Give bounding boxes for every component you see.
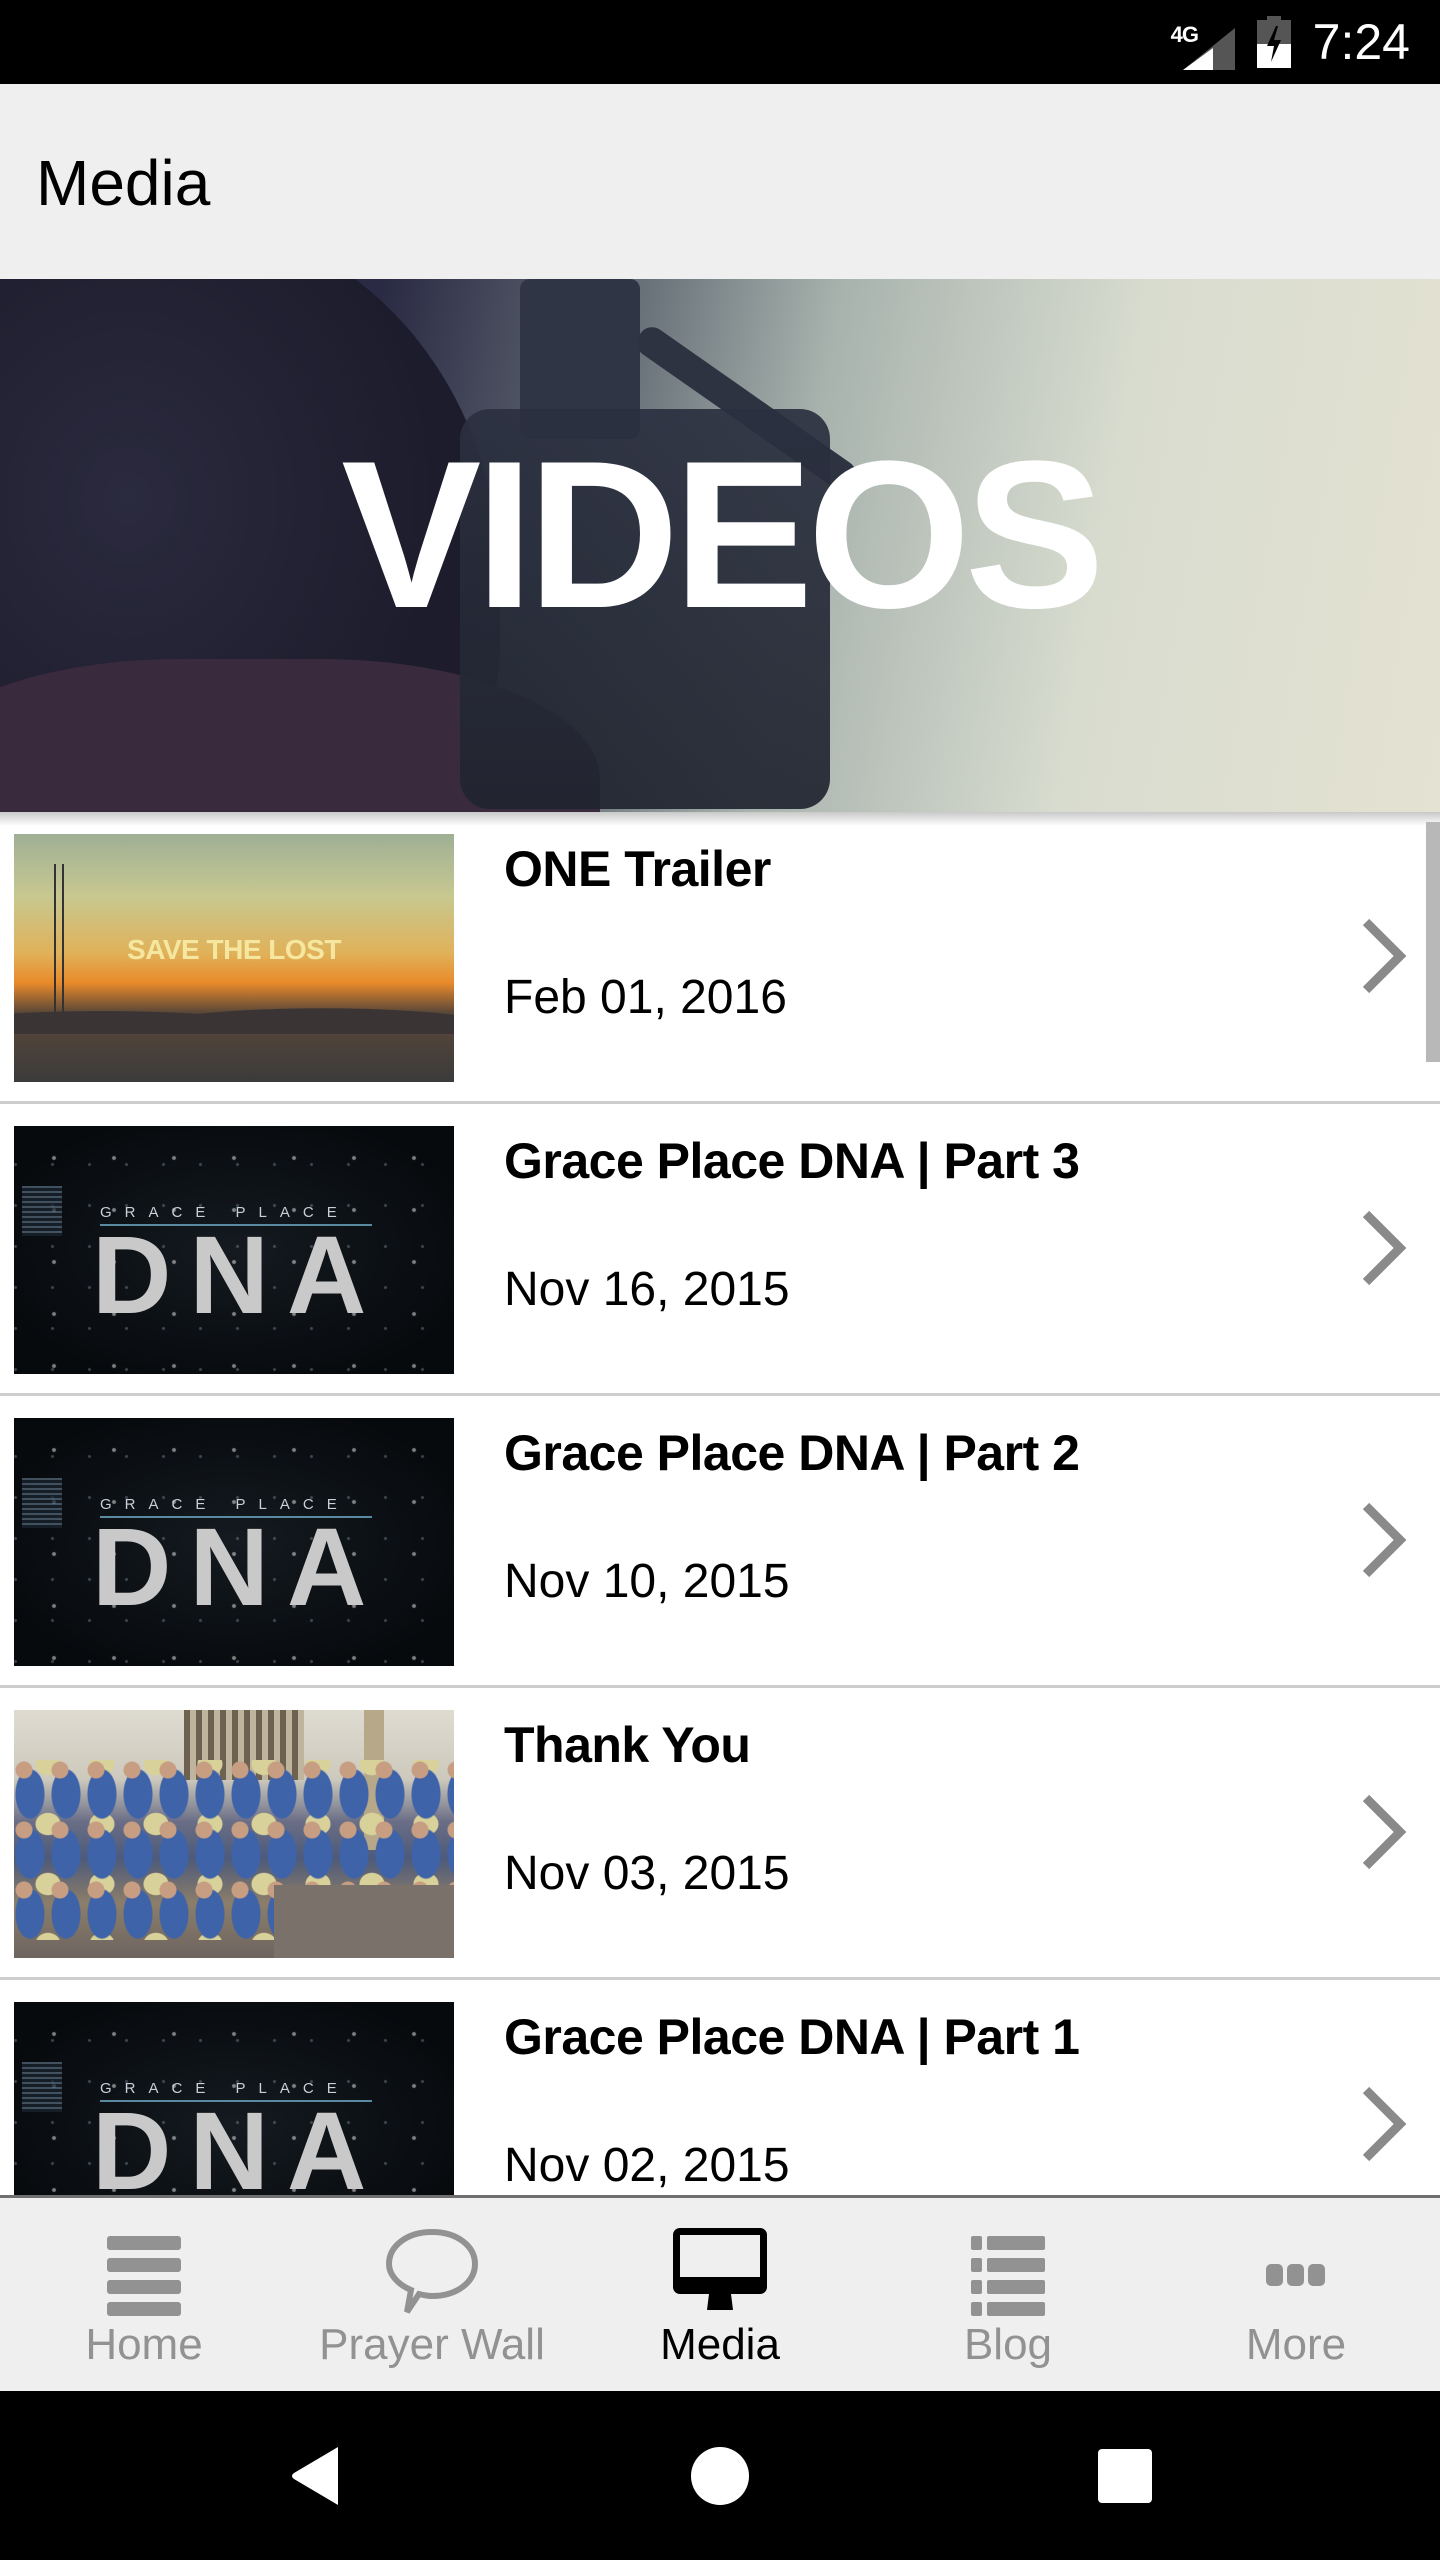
video-date: Feb 01, 2016 [504, 971, 787, 1024]
thumbnail-caption: DNA [92, 2090, 385, 2195]
chevron-right-icon [1362, 918, 1406, 994]
tab-more[interactable]: More [1152, 2198, 1440, 2394]
video-list-item[interactable]: GRACE PLACE DNA Grace Place DNA | Part 2… [0, 1396, 1440, 1688]
home-circle-icon[interactable] [680, 2441, 760, 2511]
thumbnail-caption: DNA [92, 1214, 385, 1337]
tab-label: Media [660, 2320, 780, 2369]
video-date: Nov 03, 2015 [504, 1847, 790, 1900]
thumbnail-glitch-bar [22, 1478, 62, 1528]
thumbnail-glitch-bar [22, 1186, 62, 1236]
chevron-right-icon [1362, 1502, 1406, 1578]
chevron-right-icon [1362, 2086, 1406, 2162]
chevron-right-icon [1362, 1210, 1406, 1286]
network-indicator: 4G [1171, 14, 1235, 70]
videos-banner: VIDEOS [0, 279, 1440, 812]
banner-title: VIDEOS [341, 417, 1105, 652]
monitor-icon [673, 2228, 767, 2310]
status-icons: 4G 7:24 [1171, 0, 1410, 84]
tab-label: Prayer Wall [319, 2320, 545, 2369]
list-top-shadow [0, 812, 1440, 826]
video-thumbnail: GRACE PLACE DNA [14, 1418, 454, 1666]
video-title: ONE Trailer [504, 841, 771, 897]
video-date: Nov 10, 2015 [504, 1555, 790, 1608]
speech-bubble-icon [385, 2228, 479, 2314]
video-title: Grace Place DNA | Part 1 [504, 2009, 1080, 2065]
thumbnail-treeline [14, 994, 454, 1034]
video-thumbnail [14, 1710, 454, 1958]
tab-media[interactable]: Media [576, 2198, 864, 2394]
status-bar: 4G 7:24 [0, 0, 1440, 84]
video-date: Nov 02, 2015 [504, 2139, 790, 2192]
video-list-item[interactable]: GRACE PLACE DNA Grace Place DNA | Part 1… [0, 1980, 1440, 2195]
menu-lines-icon [107, 2236, 181, 2316]
video-list-item[interactable]: SAVE THE LOST ONE Trailer Feb 01, 2016 [0, 812, 1440, 1104]
thumbnail-caption: SAVE THE LOST [127, 934, 341, 965]
tab-prayer-wall[interactable]: Prayer Wall [288, 2198, 576, 2394]
thumbnail-floor [274, 1885, 454, 1958]
tab-label: Home [85, 2320, 203, 2369]
video-list-item[interactable]: Thank You Nov 03, 2015 [0, 1688, 1440, 1980]
list-icon [971, 2236, 1045, 2316]
video-thumbnail: SAVE THE LOST [14, 834, 454, 1082]
thumbnail-glitch-bar [22, 2062, 62, 2112]
back-icon[interactable] [276, 2441, 356, 2511]
thumbnail-caption: DNA [92, 1506, 385, 1629]
tab-home[interactable]: Home [0, 2198, 288, 2394]
signal-icon [1182, 28, 1235, 70]
clock: 7:24 [1312, 14, 1410, 70]
video-list-item[interactable]: GRACE PLACE DNA Grace Place DNA | Part 3… [0, 1104, 1440, 1396]
tab-blog[interactable]: Blog [864, 2198, 1152, 2394]
video-title: Grace Place DNA | Part 3 [504, 1133, 1080, 1189]
bottom-nav: Home Prayer Wall Media Blog More [0, 2195, 1440, 2391]
system-nav-bar [0, 2391, 1440, 2560]
video-thumbnail: GRACE PLACE DNA [14, 2002, 454, 2195]
video-list[interactable]: SAVE THE LOST ONE Trailer Feb 01, 2016 G… [0, 812, 1440, 2195]
video-title: Grace Place DNA | Part 2 [504, 1425, 1080, 1481]
video-date: Nov 16, 2015 [504, 1263, 790, 1316]
video-title: Thank You [504, 1717, 751, 1773]
recents-square-icon[interactable] [1085, 2441, 1165, 2511]
more-dots-icon [1266, 2264, 1325, 2286]
page-title: Media [36, 147, 211, 219]
scrollbar[interactable] [1426, 822, 1440, 1062]
tab-label: Blog [963, 2320, 1053, 2369]
tab-label: More [1245, 2320, 1347, 2369]
app-bar: Media [0, 84, 1440, 279]
battery-charging-icon [1256, 16, 1291, 68]
video-thumbnail: GRACE PLACE DNA [14, 1126, 454, 1374]
chevron-right-icon [1362, 1794, 1406, 1870]
